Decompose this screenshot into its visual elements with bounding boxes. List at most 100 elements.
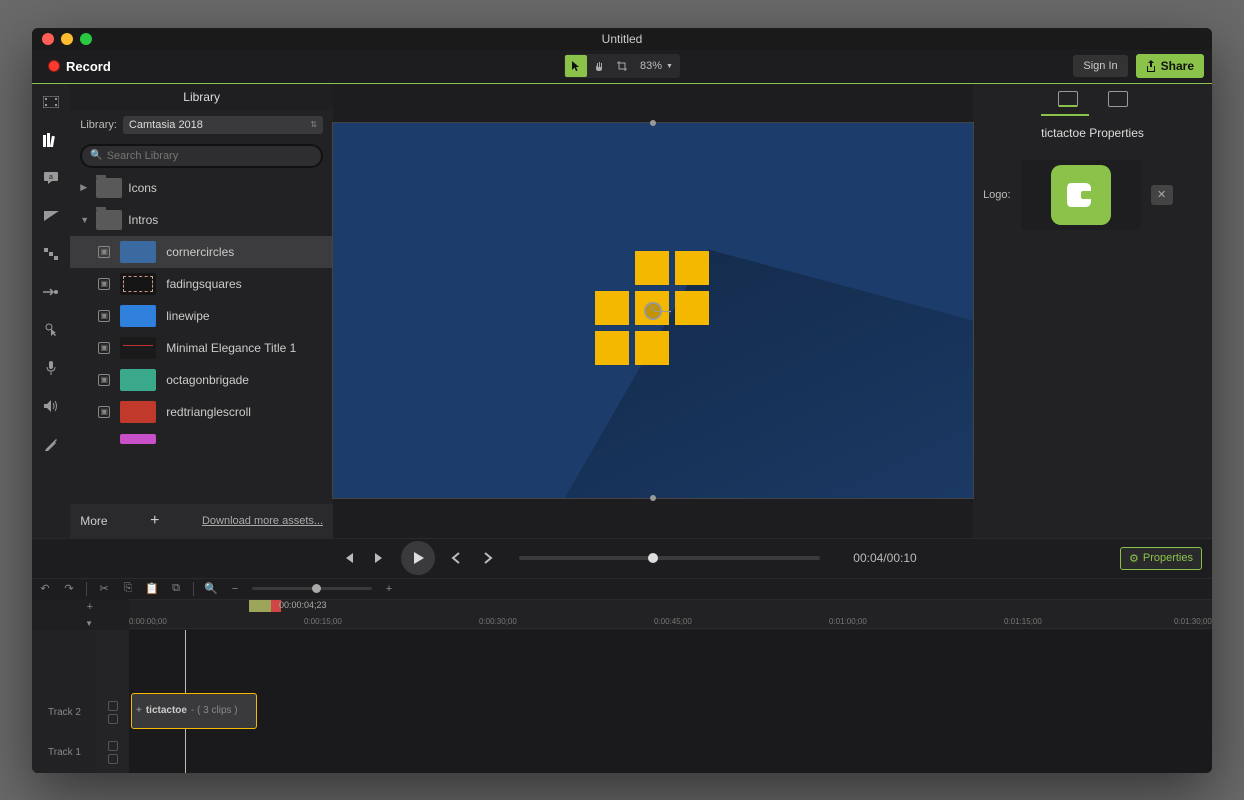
play-button[interactable] — [401, 541, 435, 575]
record-label: Record — [66, 59, 111, 74]
sign-in-button[interactable]: Sign In — [1073, 55, 1127, 77]
item-type-icon: ▣ — [98, 374, 110, 386]
add-button[interactable]: + — [150, 512, 159, 530]
cursor-effects-icon[interactable] — [41, 320, 61, 340]
item-thumbnail — [120, 273, 156, 295]
updown-icon: ⇅ — [310, 120, 317, 129]
playhead-marker[interactable] — [249, 600, 271, 612]
camtasia-logo-icon — [1051, 165, 1111, 225]
logo-preview[interactable] — [1021, 160, 1141, 230]
track-header-2[interactable]: Track 2 — [32, 693, 97, 733]
track-lock-toggle[interactable] — [108, 714, 118, 724]
zoom-fit-icon[interactable]: 🔍 — [204, 582, 218, 596]
split-button[interactable]: ⧉ — [169, 582, 183, 596]
library-title: Library — [70, 84, 333, 110]
properties-toggle-button[interactable]: ⚙ Properties — [1120, 547, 1202, 570]
share-label: Share — [1161, 59, 1194, 73]
item-thumbnail — [120, 305, 156, 327]
properties-button-label: Properties — [1143, 552, 1193, 564]
folder-icons[interactable]: ▶ Icons — [70, 172, 333, 204]
audio-effects-icon[interactable] — [41, 396, 61, 416]
copy-button[interactable]: ⎘ — [121, 582, 135, 596]
crop-tool-button[interactable] — [611, 55, 633, 77]
folder-icon — [96, 210, 122, 230]
folder-intros[interactable]: ▼ Intros — [70, 204, 333, 236]
step-forward-button[interactable] — [477, 547, 499, 569]
item-type-icon: ▣ — [98, 310, 110, 322]
item-label: fadingsquares — [166, 277, 241, 291]
library-item-fadingsquares[interactable]: ▣ fadingsquares — [70, 268, 333, 300]
tick-label: 0:01:15;00 — [1004, 617, 1042, 626]
item-thumbnail — [120, 369, 156, 391]
cut-button[interactable]: ✂ — [97, 582, 111, 596]
properties-tab-visual[interactable] — [1058, 91, 1078, 107]
tick-label: 0:00:15;00 — [304, 617, 342, 626]
item-label: Minimal Elegance Title 1 — [166, 341, 296, 355]
clear-logo-button[interactable]: ✕ — [1151, 185, 1173, 205]
timeline: ↶ ↷ ✂ ⎘ 📋 ⧉ 🔍 − + + ▼ 00:00:04;23 0:00:0… — [32, 578, 1212, 773]
record-button[interactable]: Record — [40, 55, 119, 78]
search-input[interactable] — [107, 150, 313, 162]
more-button[interactable]: More — [80, 514, 107, 528]
paste-button[interactable]: 📋 — [145, 582, 159, 596]
library-item-partial[interactable] — [70, 428, 333, 445]
track-header-1[interactable]: Track 1 — [32, 733, 97, 773]
time-display: 00:04/00:10 — [840, 551, 930, 565]
download-assets-link[interactable]: Download more assets... — [202, 515, 323, 527]
properties-tab-media[interactable] — [1108, 91, 1128, 107]
zoom-in-button[interactable]: + — [382, 582, 396, 596]
library-item-cornercircles[interactable]: ▣ cornercircles — [70, 236, 333, 268]
zoom-out-button[interactable]: − — [228, 582, 242, 596]
svg-text:a: a — [49, 174, 53, 181]
library-item-redtrianglescroll[interactable]: ▣ redtrianglescroll — [70, 396, 333, 428]
gear-icon: ⚙ — [1129, 552, 1139, 565]
playback-bar: 00:04/00:10 ⚙ Properties — [32, 538, 1212, 578]
library-item-minimal-elegance[interactable]: ▣ Minimal Elegance Title 1 — [70, 332, 333, 364]
item-type-icon: ▣ — [98, 406, 110, 418]
add-marker-button[interactable]: + — [87, 601, 93, 613]
library-dropdown[interactable]: Camtasia 2018 ⇅ — [123, 116, 323, 134]
collapse-button[interactable]: ▼ — [85, 619, 93, 628]
behaviors-icon[interactable] — [41, 244, 61, 264]
annotations-icon[interactable]: a — [41, 168, 61, 188]
cursor-tool-button[interactable] — [565, 55, 587, 77]
resize-handle-top[interactable] — [650, 120, 656, 126]
search-icon: 🔍 — [90, 150, 102, 161]
undo-button[interactable]: ↶ — [38, 582, 52, 596]
library-icon[interactable] — [41, 130, 61, 150]
library-item-octagonbrigade[interactable]: ▣ octagonbrigade — [70, 364, 333, 396]
window-title: Untitled — [32, 32, 1212, 46]
track-visibility-toggle[interactable] — [108, 701, 118, 711]
scrubber-handle[interactable] — [648, 553, 658, 563]
expand-clip-icon[interactable]: + — [132, 705, 146, 716]
share-button[interactable]: Share — [1136, 54, 1204, 78]
voice-narration-icon[interactable] — [41, 358, 61, 378]
playback-scrubber[interactable] — [519, 556, 820, 560]
library-item-linewipe[interactable]: ▣ linewipe — [70, 300, 333, 332]
canvas-area — [333, 84, 973, 538]
animations-icon[interactable] — [41, 282, 61, 302]
next-frame-button[interactable] — [369, 547, 391, 569]
item-thumbnail — [120, 434, 156, 444]
transitions-icon[interactable] — [41, 206, 61, 226]
redo-button[interactable]: ↷ — [62, 582, 76, 596]
hand-tool-button[interactable] — [588, 55, 610, 77]
tracks-area[interactable]: + tictactoe - ( 3 clips ) — [129, 630, 1212, 773]
media-bin-icon[interactable] — [41, 92, 61, 112]
zoom-dropdown[interactable]: 83% ▼ — [634, 60, 679, 72]
folder-icon — [96, 178, 122, 198]
item-type-icon: ▣ — [98, 278, 110, 290]
track-visibility-toggle[interactable] — [108, 741, 118, 751]
track-lock-toggle[interactable] — [108, 754, 118, 764]
library-search[interactable]: 🔍 — [80, 144, 323, 168]
step-back-button[interactable] — [445, 547, 467, 569]
timeline-zoom-slider[interactable] — [252, 587, 372, 590]
prev-frame-button[interactable] — [337, 547, 359, 569]
item-type-icon: ▣ — [98, 246, 110, 258]
preview-canvas[interactable] — [333, 123, 973, 498]
resize-handle-bottom[interactable] — [650, 495, 656, 501]
tick-label: 0:00:45;00 — [654, 617, 692, 626]
visual-effects-icon[interactable] — [41, 434, 61, 454]
timeline-clip-tictactoe[interactable]: + tictactoe - ( 3 clips ) — [131, 693, 257, 729]
timeline-ruler[interactable]: 00:00:04;23 0:00:00;00 0:00:15;00 0:00:3… — [129, 599, 1212, 629]
